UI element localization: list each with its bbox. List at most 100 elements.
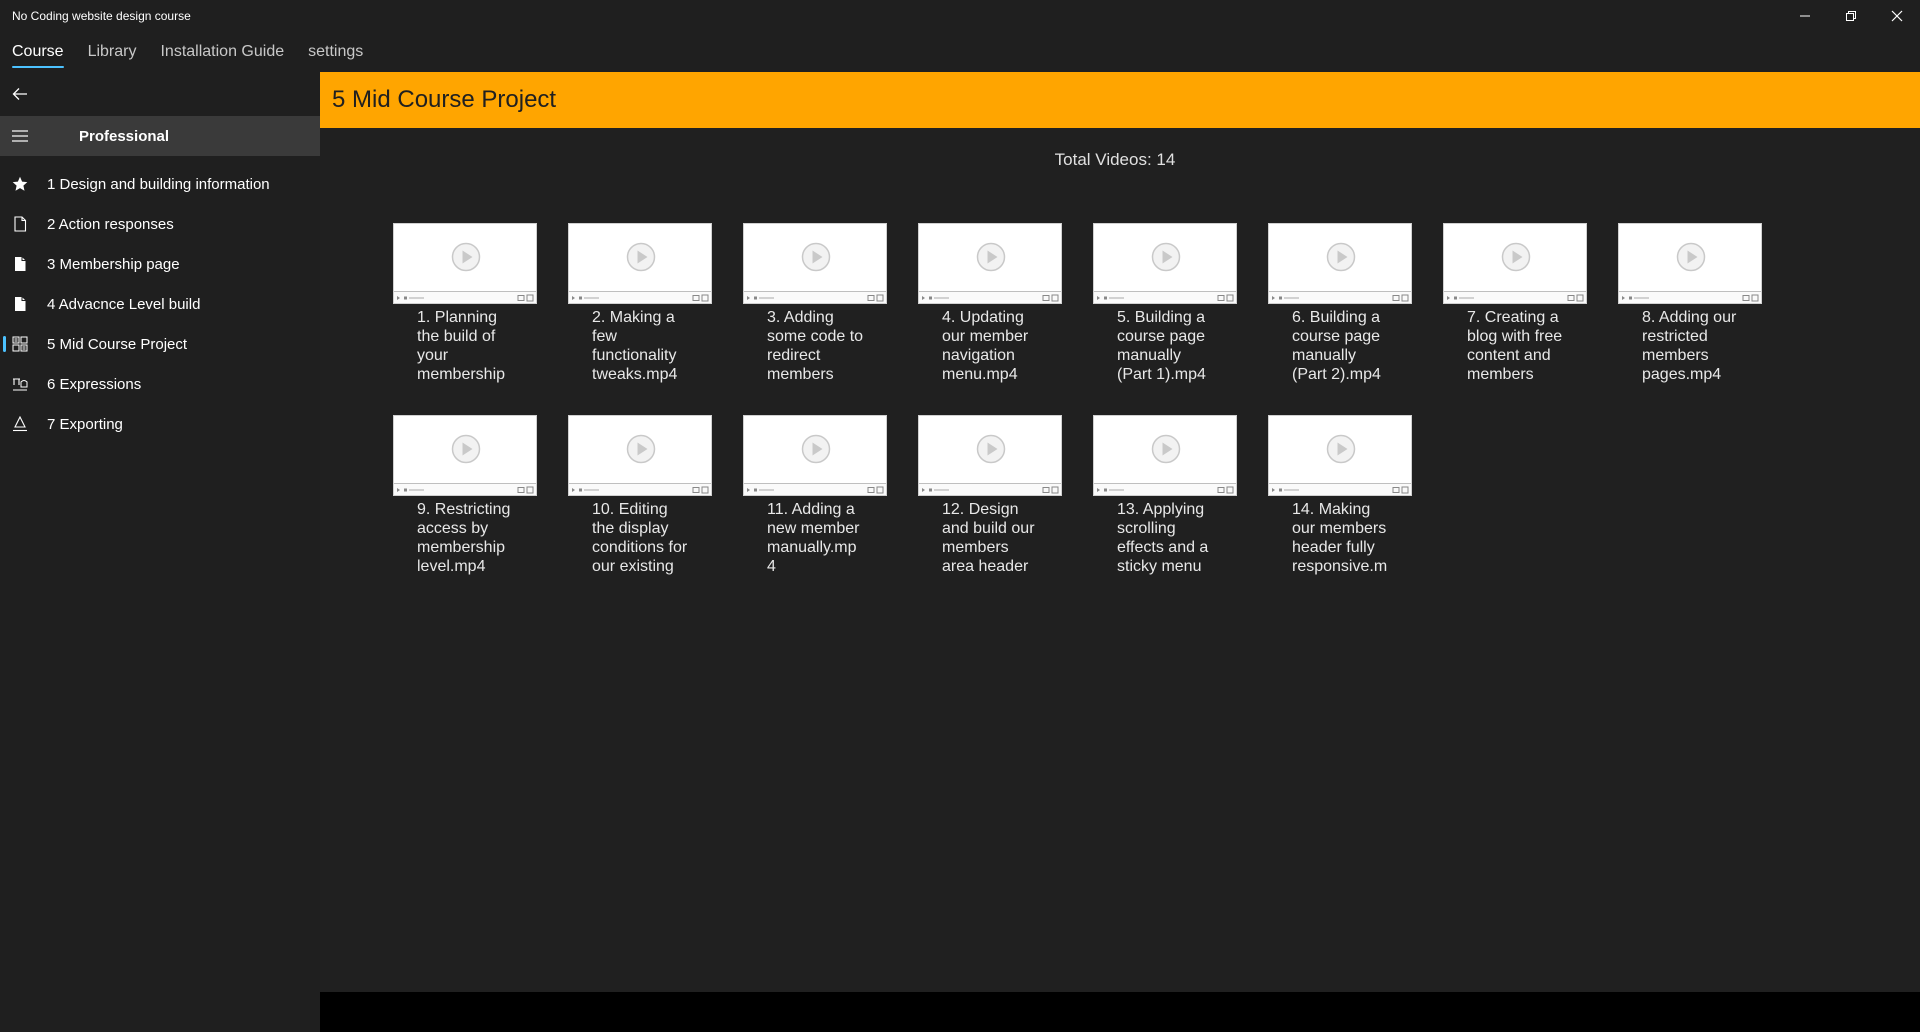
video-thumbnail[interactable] [1618,223,1762,304]
video-card[interactable]: 5. Building a course page manually (Part… [1093,223,1237,399]
video-thumbnail[interactable] [568,223,712,304]
video-caption: 9. Restricting access by membership leve… [417,501,511,575]
sidebar-item-action-responses[interactable]: 2 Action responses [0,204,320,244]
sidebar-item-design-building[interactable]: 1 Design and building information [0,164,320,204]
video-controls-bar [569,483,711,495]
video-controls-bar [394,291,536,303]
tab-course[interactable]: Course [12,32,64,72]
video-thumbnail[interactable] [743,415,887,496]
video-card[interactable]: 11. Adding a new member manually.mp 4 [743,415,887,591]
video-card[interactable]: 13. Applying scrolling effects and a sti… [1093,415,1237,591]
video-controls-icon [397,294,534,302]
tab-settings[interactable]: settings [308,32,363,72]
video-card[interactable]: 10. Editing the display conditions for o… [568,415,712,591]
hamburger-menu-button[interactable] [0,116,40,156]
sidebar-menu: 1 Design and building information 2 Acti… [0,164,320,444]
video-card[interactable]: 9. Restricting access by membership leve… [393,415,537,591]
back-button[interactable] [0,72,40,116]
sidebar-item-expressions[interactable]: 6 Expressions [0,364,320,404]
video-controls-bar [394,483,536,495]
video-controls-bar [744,291,886,303]
tab-installation-guide[interactable]: Installation Guide [160,32,284,72]
sidebar-item-membership-page[interactable]: 3 Membership page [0,244,320,284]
video-caption: 7. Creating a blog with free content and… [1467,309,1563,383]
window-title: No Coding website design course [12,9,191,23]
play-icon [1676,242,1706,272]
close-button[interactable] [1874,0,1920,32]
play-icon [1326,434,1356,464]
video-card[interactable]: 12. Design and build our members area he… [918,415,1062,591]
video-caption: 5. Building a course page manually (Part… [1117,309,1206,383]
video-card[interactable]: 7. Creating a blog with free content and… [1443,223,1587,399]
video-caption: 14. Making our members header fully resp… [1292,501,1388,575]
restore-icon [1846,11,1856,21]
video-caption: 8. Adding our restricted members pages.m… [1642,309,1737,383]
video-controls-bar [1269,291,1411,303]
export-icon [13,416,27,432]
video-caption: 2. Making a few functionality tweaks.mp4 [592,309,678,383]
top-navigation: Course Library Installation Guide settin… [0,32,1920,72]
video-controls-icon [1272,486,1409,494]
play-icon [976,242,1006,272]
play-icon [801,242,831,272]
pane-title: Professional [79,127,170,145]
document-outline-icon [14,216,27,232]
play-icon [1326,242,1356,272]
sidebar-item-advanced-level-build[interactable]: 4 Advacnce Level build [0,284,320,324]
video-controls-icon [572,486,709,494]
expressions-icon [13,378,28,391]
video-controls-bar [919,483,1061,495]
video-thumbnail[interactable] [1093,223,1237,304]
video-card[interactable]: 2. Making a few functionality tweaks.mp4 [568,223,712,399]
play-icon [451,434,481,464]
main-content: 5 Mid Course Project Total Videos: 14 1.… [320,72,1920,992]
sidebar-item-label: 3 Membership page [47,255,180,273]
video-controls-bar [569,291,711,303]
video-controls-bar [1094,291,1236,303]
video-controls-icon [1622,294,1759,302]
video-controls-icon [1447,294,1584,302]
video-controls-icon [747,486,884,494]
video-thumbnail[interactable] [918,415,1062,496]
close-icon [1891,10,1903,22]
play-icon [451,242,481,272]
window-controls [1782,0,1920,32]
video-thumbnail[interactable] [393,415,537,496]
play-icon [1501,242,1531,272]
sidebar-item-label: 5 Mid Course Project [47,335,188,353]
video-caption: 6. Building a course page manually (Part… [1292,309,1381,383]
video-card[interactable]: 3. Adding some code to redirect members [743,223,887,399]
video-card[interactable]: 8. Adding our restricted members pages.m… [1618,223,1762,399]
video-controls-bar [1269,483,1411,495]
sidebar-item-mid-course-project[interactable]: 5 Mid Course Project [0,324,320,364]
restore-button[interactable] [1828,0,1874,32]
play-icon [976,434,1006,464]
video-thumbnail[interactable] [1093,415,1237,496]
sidebar-item-label: 6 Expressions [47,375,142,393]
sidebar-item-exporting[interactable]: 7 Exporting [0,404,320,444]
bottom-strip [320,992,1920,1032]
back-arrow-icon [12,88,27,100]
video-thumbnail[interactable] [1268,415,1412,496]
video-thumbnail[interactable] [1443,223,1587,304]
video-caption: 4. Updating our member navigation menu.m… [942,309,1029,383]
video-thumbnail[interactable] [568,415,712,496]
video-thumbnail[interactable] [393,223,537,304]
video-card[interactable]: 14. Making our members header fully resp… [1268,415,1412,591]
tab-library[interactable]: Library [88,32,137,72]
video-card[interactable]: 4. Updating our member navigation menu.m… [918,223,1062,399]
video-card[interactable]: 6. Building a course page manually (Part… [1268,223,1412,399]
sidebar-item-label: 2 Action responses [47,215,174,233]
video-controls-icon [572,294,709,302]
play-icon [1151,434,1181,464]
video-thumbnail[interactable] [1268,223,1412,304]
video-card[interactable]: 1. Planning the build of your membership [393,223,537,399]
video-caption: 11. Adding a new member manually.mp 4 [767,501,860,575]
minimize-button[interactable] [1782,0,1828,32]
grid-icon [12,336,28,352]
video-thumbnail[interactable] [743,223,887,304]
video-caption: 1. Planning the build of your membership [417,309,506,383]
video-controls-bar [919,291,1061,303]
minimize-icon [1800,15,1810,17]
video-thumbnail[interactable] [918,223,1062,304]
